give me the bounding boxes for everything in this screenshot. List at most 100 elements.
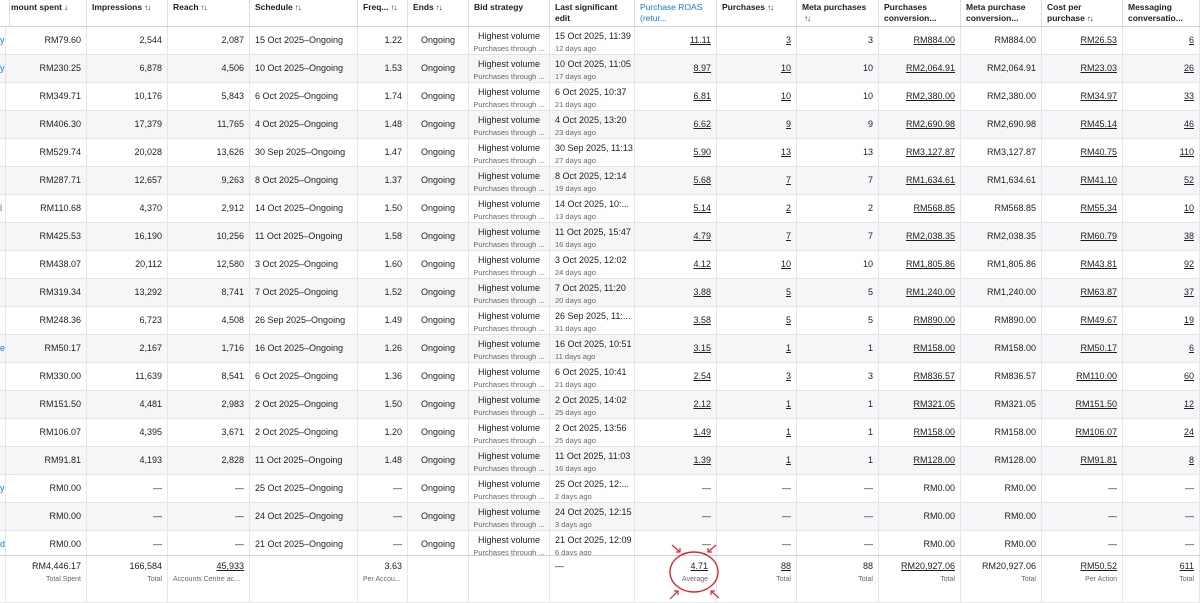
- purchases-conversion-value[interactable]: RM3,127.87: [906, 147, 955, 158]
- average-purchase-roas-value[interactable]: 4.71: [690, 561, 708, 572]
- purchases[interactable]: 5: [786, 287, 791, 298]
- table-row[interactable]: RM106.07 4,395 3,671 2 Oct 2025–Ongoing 1.20…: [0, 419, 1200, 447]
- purchases-conversion-value[interactable]: RM2,038.35: [906, 231, 955, 242]
- messaging-conversations[interactable]: 10: [1184, 203, 1194, 214]
- table-row[interactable]: RM349.71 10,176 5,843 6 Oct 2025–Ongoing 1.7…: [0, 83, 1200, 111]
- column-header-cpp[interactable]: Cost per purchase ↑↓: [1042, 0, 1123, 26]
- column-header-amount[interactable]: mount spent ↓: [6, 0, 87, 26]
- purchases-conversion-value[interactable]: RM568.85: [913, 203, 955, 214]
- sort-icon[interactable]: ↑↓: [767, 2, 774, 13]
- purchases-conversion-value[interactable]: RM1,240.00: [906, 287, 955, 298]
- column-header-metapurch[interactable]: Meta purchases↑↓: [797, 0, 879, 26]
- cost-per-purchase[interactable]: RM151.50: [1075, 399, 1117, 410]
- cost-per-purchase[interactable]: RM49.67: [1080, 315, 1117, 326]
- column-header-freq[interactable]: Freq... ↑↓: [358, 0, 408, 26]
- sort-icon[interactable]: ↑↓: [804, 13, 811, 24]
- purchases-conversion-value[interactable]: RM158.00: [913, 343, 955, 354]
- cost-per-purchase[interactable]: RM43.81: [1080, 259, 1117, 270]
- purchases-conversion-value[interactable]: RM1,805.86: [906, 259, 955, 270]
- purchases[interactable]: 13: [781, 147, 791, 158]
- total-reach-value[interactable]: 45,933: [216, 561, 244, 572]
- purchase-roas[interactable]: 6.62: [693, 119, 711, 130]
- messaging-conversations[interactable]: 19: [1184, 315, 1194, 326]
- messaging-conversations[interactable]: 6: [1189, 343, 1194, 354]
- column-header-mpcv[interactable]: Meta purchase conversion...: [961, 0, 1042, 26]
- table-row[interactable]: RM406.30 17,379 11,765 4 Oct 2025–Ongoing 1.…: [0, 111, 1200, 139]
- purchases[interactable]: 1: [786, 427, 791, 438]
- purchases[interactable]: 7: [786, 175, 791, 186]
- purchase-roas[interactable]: 5.14: [693, 203, 711, 214]
- purchases-conversion-value[interactable]: RM2,064.91: [906, 63, 955, 74]
- table-row[interactable]: RM319.34 13,292 8,741 7 Oct 2025–Ongoing 1.5…: [0, 279, 1200, 307]
- table-row[interactable]: RM91.81 4,193 2,828 11 Oct 2025–Ongoing 1.48…: [0, 447, 1200, 475]
- messaging-conversations[interactable]: 52: [1184, 175, 1194, 186]
- table-row[interactable]: RM438.07 20,112 12,580 3 Oct 2025–Ongoing 1.…: [0, 251, 1200, 279]
- total-purchases-conversion-value-value[interactable]: RM20,927.06: [901, 561, 955, 572]
- sort-icon[interactable]: ↑↓: [144, 2, 151, 13]
- cost-per-purchase[interactable]: RM60.79: [1080, 231, 1117, 242]
- purchases-conversion-value[interactable]: RM836.57: [913, 371, 955, 382]
- column-header-bid[interactable]: Bid strategy: [469, 0, 550, 26]
- purchases[interactable]: 3: [786, 371, 791, 382]
- total-purchases-value[interactable]: 88: [781, 561, 791, 572]
- campaign-name[interactable]: d: [0, 539, 5, 550]
- messaging-conversations[interactable]: 12: [1184, 399, 1194, 410]
- cost-per-purchase[interactable]: RM91.81: [1080, 455, 1117, 466]
- column-header-pcv[interactable]: Purchases conversion...: [879, 0, 961, 26]
- purchases[interactable]: 10: [781, 259, 791, 270]
- purchases[interactable]: 1: [786, 343, 791, 354]
- purchase-roas[interactable]: 11.11: [690, 35, 711, 46]
- sort-icon[interactable]: ↑↓: [391, 2, 398, 13]
- purchase-roas[interactable]: 2.12: [693, 399, 711, 410]
- campaign-name[interactable]: y: [0, 35, 5, 46]
- sort-icon[interactable]: ↓: [64, 2, 68, 13]
- purchases-conversion-value[interactable]: RM884.00: [913, 35, 955, 46]
- purchases-conversion-value[interactable]: RM1,634.61: [906, 175, 955, 186]
- table-row[interactable]: RM287.71 12,657 9,263 8 Oct 2025–Ongoing 1.3…: [0, 167, 1200, 195]
- messaging-conversations[interactable]: 60: [1184, 371, 1194, 382]
- messaging-conversations[interactable]: 24: [1184, 427, 1194, 438]
- column-header-schedule[interactable]: Schedule ↑↓: [250, 0, 358, 26]
- purchase-roas[interactable]: 2.54: [693, 371, 711, 382]
- table-row[interactable]: RM248.36 6,723 4,508 26 Sep 2025–Ongoing 1.4…: [0, 307, 1200, 335]
- purchases-conversion-value[interactable]: RM128.00: [913, 455, 955, 466]
- table-row[interactable]: RM0.00 — — 24 Oct 2025–Ongoing — Ongoing Highe…: [0, 503, 1200, 531]
- purchases-conversion-value[interactable]: RM2,690.98: [906, 119, 955, 130]
- messaging-conversations[interactable]: 37: [1184, 287, 1194, 298]
- table-row[interactable]: RM425.53 16,190 10,256 11 Oct 2025–Ongoing 1…: [0, 223, 1200, 251]
- campaign-name[interactable]: y: [0, 63, 5, 74]
- sort-icon[interactable]: ↑↓: [201, 2, 208, 13]
- sort-icon[interactable]: ↑↓: [436, 2, 443, 13]
- sort-icon[interactable]: ↑↓: [295, 2, 302, 13]
- purchases-conversion-value[interactable]: RM2,380.00: [906, 91, 955, 102]
- table-row[interactable]: RM330.00 11,639 8,541 6 Oct 2025–Ongoing 1.3…: [0, 363, 1200, 391]
- purchase-roas[interactable]: 3.88: [693, 287, 711, 298]
- table-row[interactable]: RM151.50 4,481 2,983 2 Oct 2025–Ongoing 1.50…: [0, 391, 1200, 419]
- column-header-purchases[interactable]: Purchases ↑↓: [717, 0, 797, 26]
- cost-per-purchase[interactable]: RM41.10: [1080, 175, 1117, 186]
- purchase-roas[interactable]: 4.79: [693, 231, 711, 242]
- total-messaging-conversations-value[interactable]: 611: [1180, 561, 1194, 572]
- cost-per-purchase[interactable]: RM50.17: [1080, 343, 1117, 354]
- cost-per-purchase[interactable]: RM34.97: [1080, 91, 1117, 102]
- cost-per-purchase[interactable]: RM45.14: [1080, 119, 1117, 130]
- purchase-roas[interactable]: 1.39: [693, 455, 711, 466]
- cost-per-purchase[interactable]: RM63.87: [1080, 287, 1117, 298]
- purchases[interactable]: 10: [781, 91, 791, 102]
- messaging-conversations[interactable]: 110: [1180, 147, 1194, 158]
- column-header-ends[interactable]: Ends ↑↓: [408, 0, 469, 26]
- purchase-roas[interactable]: 4.12: [693, 259, 711, 270]
- messaging-conversations[interactable]: 33: [1184, 91, 1194, 102]
- table-row[interactable]: l ...RM110.684,3702,91214 Oct 2025–Ongoi…: [0, 195, 1200, 223]
- purchase-roas[interactable]: 1.49: [693, 427, 711, 438]
- cost-per-purchase[interactable]: RM40.75: [1080, 147, 1117, 158]
- table-row[interactable]: y RM0.00 — — 25 Oct 2025–Ongoing — Ongoing High…: [0, 475, 1200, 503]
- purchases[interactable]: 1: [786, 399, 791, 410]
- purchases-conversion-value[interactable]: RM321.05: [913, 399, 955, 410]
- table-row[interactable]: RM529.74 20,028 13,626 30 Sep 2025–Ongoing 1…: [0, 139, 1200, 167]
- messaging-conversations[interactable]: 8: [1189, 455, 1194, 466]
- purchase-roas[interactable]: 5.68: [693, 175, 711, 186]
- messaging-conversations[interactable]: 38: [1184, 231, 1194, 242]
- purchases[interactable]: 10: [781, 63, 791, 74]
- purchases[interactable]: 2: [786, 203, 791, 214]
